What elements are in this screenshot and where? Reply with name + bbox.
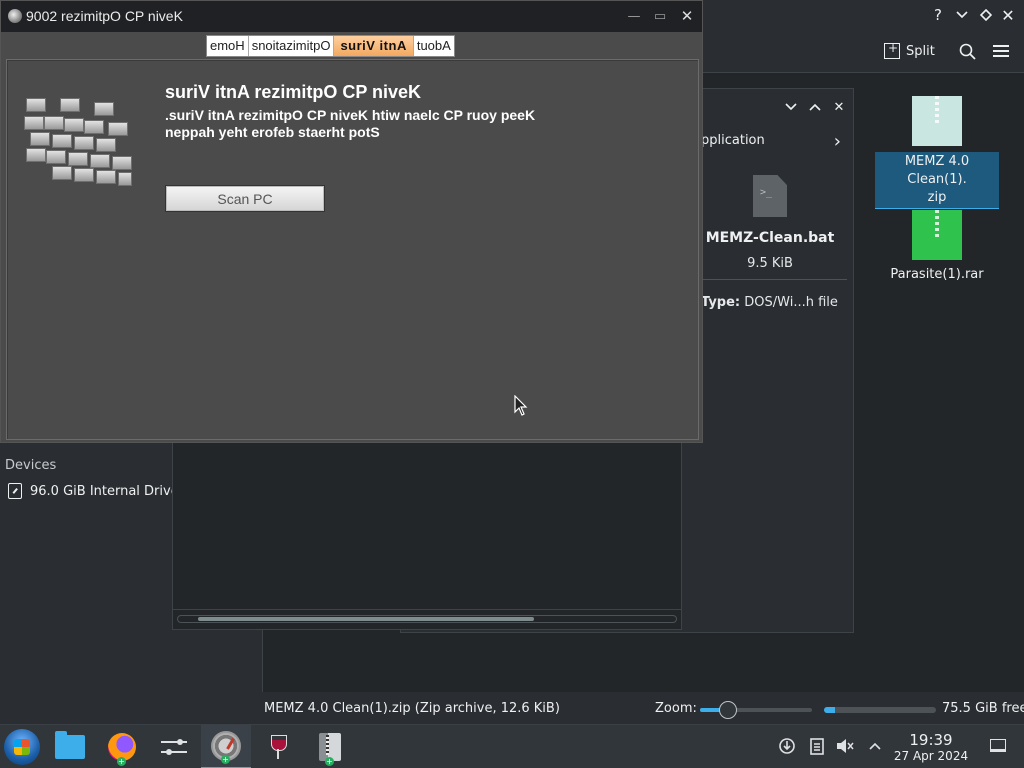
status-bar: MEMZ 4.0 Clean(1).zip (Zip archive, 12.6… (262, 696, 1024, 722)
tab-optimizations[interactable]: snoitazimitpO (248, 36, 335, 56)
antivirus-description-line1: .suriV itnA rezimitpO CP niveK htiw nael… (165, 107, 536, 123)
status-text: MEMZ 4.0 Clean(1).zip (Zip archive, 12.6… (264, 701, 560, 716)
start-menu-button[interactable] (4, 729, 40, 765)
mixer-icon (161, 736, 187, 758)
chevron-right-icon: › (833, 131, 841, 152)
zip-file-icon (912, 96, 962, 146)
zoom-label: Zoom: (655, 701, 697, 716)
clock-date[interactable]: 27 Apr 2024 (890, 749, 972, 763)
minimize-icon[interactable]: — (625, 7, 643, 25)
network-icon[interactable] (778, 737, 796, 755)
rar-file-icon (912, 210, 962, 260)
new-instance-icon: + (325, 757, 334, 766)
file-item-memz-zip[interactable]: MEMZ 4.0 Clean(1). zip (875, 96, 999, 209)
mouse-cursor-icon (514, 395, 528, 416)
maximize-icon[interactable]: ▭ (651, 7, 669, 25)
help-icon[interactable]: ? (928, 4, 948, 26)
places-panel: Devices 96.0 GiB Internal Drive (0, 455, 179, 515)
new-instance-icon: + (221, 755, 230, 764)
anti-virus-panel: suriV itnA rezimitpO CP niveK .suriV itn… (6, 59, 699, 440)
taskbar-file-manager[interactable] (45, 725, 95, 768)
devices-heading: Devices (5, 458, 57, 473)
taskbar: + + + 19:39 27 Apr 2024 (0, 724, 1024, 768)
zoom-slider[interactable] (700, 701, 812, 719)
close-icon[interactable]: ✕ (998, 4, 1018, 26)
open-with-application-row[interactable]: pplication › (701, 131, 841, 155)
horizontal-scrollbar[interactable] (177, 615, 677, 623)
maximize-icon[interactable] (976, 4, 996, 26)
antivirus-heading: suriV itnA rezimitpO CP niveK (165, 82, 422, 102)
volume-muted-icon[interactable] (836, 737, 854, 755)
minimize-icon[interactable] (952, 4, 972, 26)
clock-time[interactable]: 19:39 (896, 731, 966, 749)
disk-usage-bar (824, 707, 936, 713)
clipboard-icon[interactable] (808, 737, 826, 755)
properties-file-name: MEMZ-Clean.bat (705, 230, 835, 246)
divider (173, 609, 681, 610)
chevron-up-icon[interactable] (866, 737, 884, 755)
file-item-parasite-rar[interactable]: Parasite(1).rar (875, 210, 999, 284)
file-name-label: Parasite(1).rar (890, 267, 984, 282)
script-file-icon (753, 175, 787, 217)
drive-icon (8, 483, 22, 499)
folder-icon (55, 731, 85, 759)
new-instance-icon: + (117, 757, 126, 766)
drive-label: 96.0 GiB Internal Drive (30, 483, 179, 499)
taskbar-settings[interactable] (149, 725, 199, 768)
free-space-label: 75.5 GiB free (942, 701, 1024, 716)
taskbar-antivirus[interactable]: + (201, 725, 251, 768)
show-desktop-icon[interactable] (990, 739, 1006, 752)
antivirus-description-line2: neppah yeht erofeb staerht potS (165, 124, 380, 140)
properties-file-size: 9.5 KiB (747, 256, 793, 271)
taskbar-archive-manager[interactable]: + (305, 725, 355, 768)
antivirus-window: 9002 rezimitpO CP niveK — ▭ ✕ emoH snoit… (0, 0, 703, 443)
search-icon[interactable] (956, 38, 978, 64)
type-value: DOS/Wi...h file (744, 295, 838, 310)
wine-glass-icon (271, 735, 287, 759)
tab-home[interactable]: emoH (207, 36, 249, 56)
maximize-icon[interactable] (805, 97, 825, 117)
tab-anti-virus[interactable]: suriV itnA (334, 36, 414, 56)
minimize-icon[interactable] (781, 97, 801, 117)
tab-bar: emoH snoitazimitpO suriV itnA tuobA (206, 35, 455, 57)
scan-pc-button[interactable]: Scan PC (165, 185, 325, 212)
split-button-label: Split (906, 43, 935, 59)
disk-usage-fill (824, 707, 836, 713)
taskbar-wine[interactable] (253, 725, 303, 768)
internal-drive-item[interactable]: 96.0 GiB Internal Drive (8, 481, 179, 501)
file-list-panel[interactable] (172, 442, 682, 630)
hamburger-menu-icon[interactable] (990, 38, 1012, 64)
tab-about[interactable]: tuobA (413, 36, 454, 56)
antivirus-body: emoH snoitazimitpO suriV itnA tuobA suri… (1, 32, 702, 442)
app-icon (8, 9, 22, 23)
scrollbar-thumb[interactable] (198, 617, 534, 621)
divider (701, 279, 847, 280)
firewall-icon (24, 96, 134, 186)
close-icon[interactable]: ✕ (829, 97, 849, 117)
close-icon[interactable]: ✕ (678, 7, 696, 25)
file-name-label: MEMZ 4.0 Clean(1). zip (875, 152, 999, 209)
antivirus-titlebar[interactable]: 9002 rezimitpO CP niveK — ▭ ✕ (1, 1, 702, 32)
application-label: pplication (701, 133, 765, 148)
split-icon (884, 41, 900, 59)
window-title: 9002 rezimitpO CP niveK (26, 8, 183, 24)
taskbar-firefox[interactable]: + (97, 725, 147, 768)
properties-type-row: Type: DOS/Wi...h file (701, 295, 838, 310)
type-label: Type: (701, 295, 741, 310)
split-view-button[interactable]: Split (884, 38, 946, 64)
zoom-slider-handle[interactable] (719, 701, 737, 719)
